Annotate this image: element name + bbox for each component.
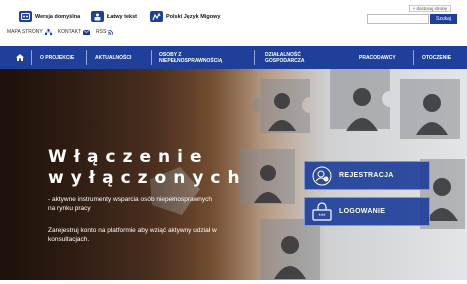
nav-home[interactable]: [16, 46, 24, 69]
envelope-icon: [83, 29, 90, 35]
register-button[interactable]: REJESTRACJA: [304, 161, 430, 190]
rss-link[interactable]: RSS: [96, 29, 114, 35]
nav-divider: [413, 50, 414, 65]
contact-link[interactable]: KONTAKT: [58, 29, 90, 35]
sign-language-icon: [150, 11, 163, 22]
version-sign-language-label: Polski Język Migowy: [166, 13, 221, 20]
hero-title: Włączenie wyłączonych: [48, 147, 247, 189]
hero-title-line2: wyłączonych: [48, 168, 247, 188]
easy-text-icon: [91, 11, 104, 22]
version-default-label: Wersja domyślna: [35, 13, 81, 20]
search-button[interactable]: Szukaj: [430, 14, 457, 24]
nav-item-otoczenie[interactable]: OTOCZENIE: [422, 46, 451, 69]
login-label: LOGOWANIE: [339, 208, 386, 215]
home-icon: [16, 54, 24, 61]
bottom-strip: [0, 280, 467, 284]
nav-divider: [254, 50, 255, 65]
rss-icon: [108, 29, 114, 35]
nav-divider: [86, 50, 87, 65]
rss-label: RSS: [96, 29, 107, 35]
nav-item-aktualnosci[interactable]: AKTUALNOŚCI: [95, 46, 131, 69]
hero-banner: Włączenie wyłączonych - aktywne instrume…: [0, 69, 467, 284]
hero-subtitle: - aktywne instrumenty wsparcia osób niep…: [48, 196, 213, 212]
login-lock-icon: ***: [305, 201, 339, 222]
default-version-icon: [19, 11, 32, 22]
nav-item-pracodawcy[interactable]: PRACODAWCY: [359, 46, 396, 69]
sitemap-link[interactable]: MAPA STRONY: [7, 29, 52, 35]
login-button[interactable]: *** LOGOWANIE: [304, 197, 430, 226]
svg-text:***: ***: [318, 214, 326, 220]
utility-links: MAPA STRONY KONTAKT RSS: [7, 29, 114, 35]
sitemap-icon: [44, 29, 52, 35]
nav-item-dzialalnosc-gospodarcza[interactable]: DZIAŁALNOŚĆ GOSPODARCZA: [265, 46, 337, 69]
nav-divider: [31, 50, 32, 65]
hero-cta-text: Zarejestruj konto na platformie aby wzią…: [48, 227, 217, 243]
version-easy-text-link[interactable]: Łatwy tekst: [91, 11, 137, 22]
version-default-link[interactable]: Wersja domyślna: [19, 11, 80, 22]
nav-item-o-projekcie[interactable]: O PROJEKCIE: [40, 46, 80, 69]
version-easy-text-label: Łatwy tekst: [107, 13, 137, 20]
register-label: REJESTRACJA: [339, 172, 394, 179]
register-user-icon: [305, 166, 339, 186]
sitemap-label: MAPA STRONY: [7, 29, 43, 35]
hero-title-line1: Włączenie: [48, 147, 209, 167]
search-input[interactable]: [367, 14, 429, 24]
version-sign-language-link[interactable]: Polski Język Migowy: [150, 11, 220, 22]
main-navigation: O PROJEKCIE AKTUALNOŚCI OSOBY Z NIEPEŁNO…: [0, 46, 467, 69]
nav-divider: [151, 50, 152, 65]
contact-label: KONTAKT: [57, 29, 81, 35]
customize-page-link[interactable]: + dostosuj stronę: [408, 5, 451, 12]
top-bar: Wersja domyślna Łatwy tekst Polski Język…: [0, 0, 467, 46]
nav-item-osoby-z-niepelnosprawnoscia[interactable]: OSOBY Z NIEPEŁNOSPRAWNOŚCIĄ: [159, 46, 237, 69]
